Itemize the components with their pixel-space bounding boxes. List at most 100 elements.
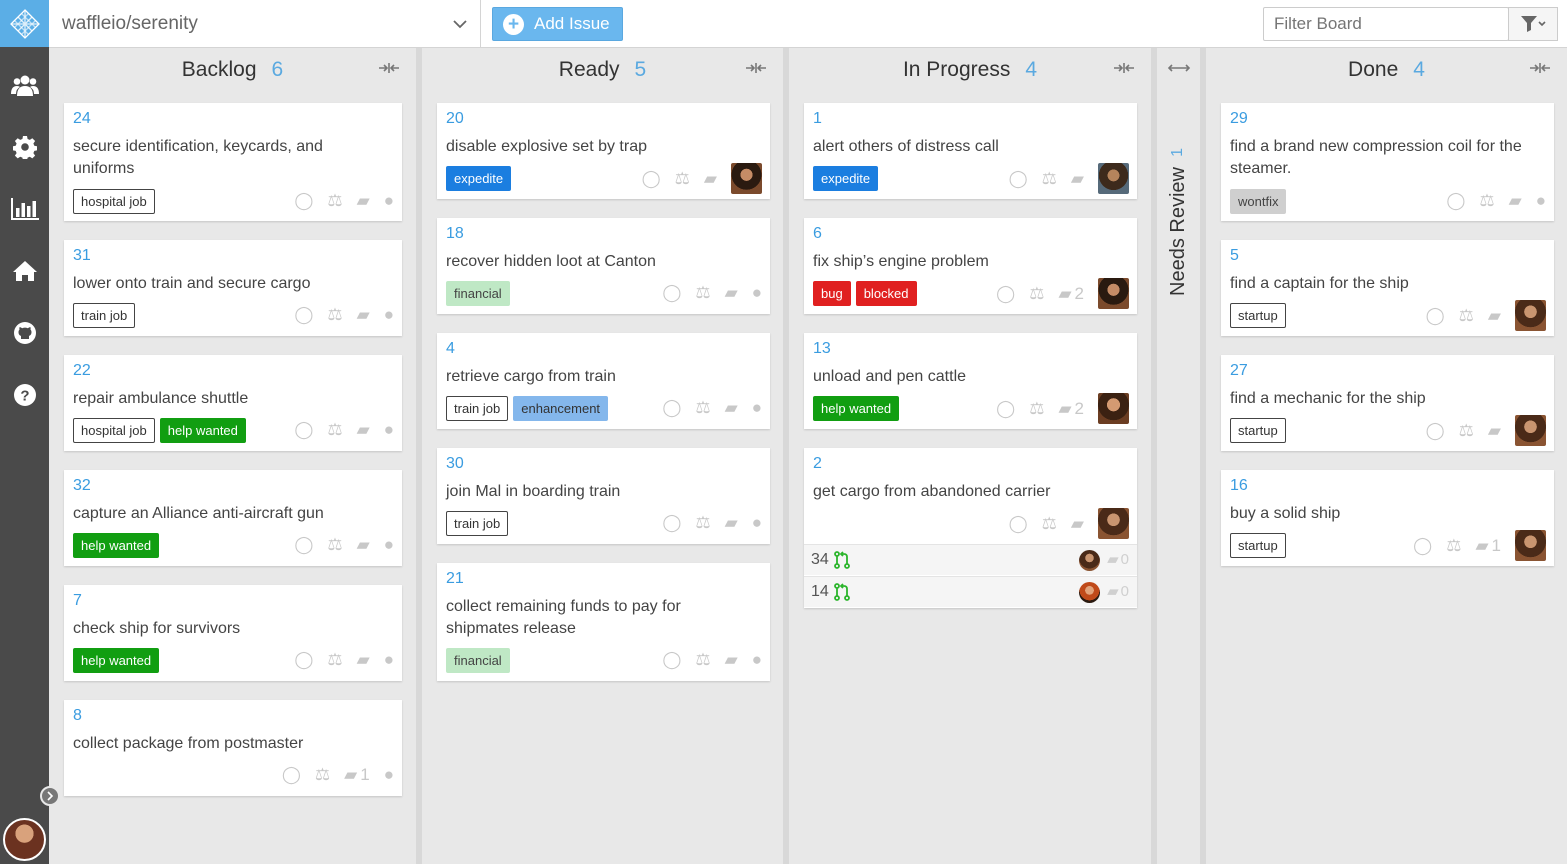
issue-number[interactable]: 16 [1230, 477, 1248, 495]
scale-icon[interactable]: ⚖ [327, 420, 342, 440]
scale-icon[interactable]: ⚖ [695, 398, 710, 418]
comments-icon[interactable]: ▰ [1488, 306, 1501, 326]
assignee-avatar[interactable] [731, 163, 762, 194]
issue-card[interactable]: 32 capture an Alliance anti-aircraft gun… [64, 470, 402, 566]
settings-icon[interactable] [0, 127, 49, 167]
github-icon[interactable] [0, 313, 49, 353]
assignee-icon[interactable]: ● [384, 191, 394, 211]
comments-icon[interactable]: ▰ [1509, 191, 1522, 211]
assignee-icon[interactable]: ● [752, 513, 762, 533]
collapse-icon[interactable] [1529, 62, 1551, 74]
scale-icon[interactable]: ⚖ [1042, 514, 1057, 534]
issue-card[interactable]: 4 retrieve cargo from train train job enh… [437, 333, 770, 429]
github-icon[interactable]: ◯ [662, 650, 681, 670]
scale-icon[interactable]: ⚖ [675, 169, 690, 189]
comments-icon[interactable]: ▰ [1071, 169, 1084, 189]
issue-card[interactable]: 18 recover hidden loot at Canton financi… [437, 218, 770, 314]
issue-card[interactable]: 30 join Mal in boarding train train job … [437, 448, 770, 544]
comments-icon[interactable]: ▰ 2 [1058, 284, 1084, 304]
user-avatar[interactable] [3, 818, 46, 861]
collapse-icon[interactable] [745, 62, 767, 74]
comments-icon[interactable]: ▰ [725, 650, 738, 670]
assignee-icon[interactable]: ● [752, 650, 762, 670]
scale-icon[interactable]: ⚖ [327, 191, 342, 211]
issue-card[interactable]: 5 find a captain for the ship startup ◯ ⚖… [1221, 240, 1554, 336]
github-icon[interactable]: ◯ [294, 535, 313, 555]
github-icon[interactable]: ◯ [294, 305, 313, 325]
github-icon[interactable]: ◯ [1426, 306, 1445, 326]
comments-icon[interactable]: ▰ 2 [1058, 399, 1084, 419]
assignee-icon[interactable]: ● [384, 420, 394, 440]
filter-board-input[interactable] [1263, 7, 1509, 41]
column-needs-review[interactable]: 1 Needs Review [1157, 48, 1200, 864]
issue-card[interactable]: 1 alert others of distress call expedite… [804, 103, 1137, 199]
comments-icon[interactable]: ▰ [357, 420, 370, 440]
scale-icon[interactable]: ⚖ [1459, 421, 1474, 441]
github-icon[interactable]: ◯ [282, 765, 301, 785]
issue-number[interactable]: 30 [446, 455, 464, 473]
filter-icon[interactable] [1508, 7, 1558, 41]
assignee-icon[interactable]: ● [384, 765, 394, 785]
scale-icon[interactable]: ⚖ [695, 283, 710, 303]
github-icon[interactable]: ◯ [662, 398, 681, 418]
issue-number[interactable]: 18 [446, 225, 464, 243]
issue-number[interactable]: 8 [73, 707, 82, 725]
metrics-icon[interactable] [0, 189, 49, 229]
assignee-avatar[interactable] [1098, 508, 1129, 539]
issue-number[interactable]: 32 [73, 477, 91, 495]
github-icon[interactable]: ◯ [294, 191, 313, 211]
scale-icon[interactable]: ⚖ [327, 305, 342, 325]
issue-number[interactable]: 2 [813, 455, 822, 473]
issue-card[interactable]: 22 repair ambulance shuttle hospital job… [64, 355, 402, 451]
scale-icon[interactable]: ⚖ [1446, 536, 1461, 556]
help-icon[interactable]: ? [0, 375, 49, 415]
scale-icon[interactable]: ⚖ [315, 765, 330, 785]
expand-icon[interactable] [1167, 62, 1191, 74]
issue-number[interactable]: 4 [446, 340, 455, 358]
github-icon[interactable]: ◯ [662, 513, 681, 533]
github-icon[interactable]: ◯ [1413, 536, 1432, 556]
issue-card[interactable]: 8 collect package from postmaster ◯ ⚖ ▰ 1 ● [64, 700, 402, 796]
scale-icon[interactable]: ⚖ [1459, 306, 1474, 326]
assignee-avatar[interactable] [1098, 163, 1129, 194]
github-icon[interactable]: ◯ [1009, 514, 1028, 534]
collapse-icon[interactable] [378, 62, 400, 74]
github-icon[interactable]: ◯ [1426, 421, 1445, 441]
pull-request-row[interactable]: 14 ▰ 0 [804, 576, 1137, 607]
issue-number[interactable]: 31 [73, 247, 91, 265]
scale-icon[interactable]: ⚖ [327, 535, 342, 555]
assignee-avatar[interactable] [1098, 278, 1129, 309]
assignee-icon[interactable]: ● [384, 650, 394, 670]
waffle-logo[interactable] [0, 0, 49, 47]
assignee-avatar[interactable] [1515, 415, 1546, 446]
add-issue-button[interactable]: + Add Issue [492, 7, 623, 41]
scale-icon[interactable]: ⚖ [327, 650, 342, 670]
issue-number[interactable]: 21 [446, 570, 464, 588]
issue-number[interactable]: 27 [1230, 362, 1248, 380]
issue-card[interactable]: 27 find a mechanic for the ship startup … [1221, 355, 1554, 451]
issue-number[interactable]: 22 [73, 362, 91, 380]
collapse-icon[interactable] [1113, 62, 1135, 74]
issue-number[interactable]: 20 [446, 110, 464, 128]
comments-icon[interactable]: ▰ [725, 283, 738, 303]
comments-icon[interactable]: ▰ [357, 650, 370, 670]
issue-number[interactable]: 6 [813, 225, 822, 243]
github-icon[interactable]: ◯ [1009, 169, 1028, 189]
issue-card[interactable]: 21 collect remaining funds to pay for sh… [437, 563, 770, 681]
comments-icon[interactable]: ▰ [357, 191, 370, 211]
github-icon[interactable]: ◯ [996, 284, 1015, 304]
issue-number[interactable]: 7 [73, 592, 82, 610]
issue-number[interactable]: 24 [73, 110, 91, 128]
assignee-icon[interactable]: ● [752, 283, 762, 303]
issue-card[interactable]: 29 find a brand new compression coil for… [1221, 103, 1554, 221]
assignee-avatar[interactable] [1515, 300, 1546, 331]
comments-icon[interactable]: ▰ 1 [344, 765, 370, 785]
comments-icon[interactable]: ▰ [725, 513, 738, 533]
home-icon[interactable] [0, 251, 49, 291]
comments-icon[interactable]: ▰ [357, 535, 370, 555]
issue-card[interactable]: 24 secure identification, keycards, and … [64, 103, 402, 221]
github-icon[interactable]: ◯ [1446, 191, 1465, 211]
pr-author-avatar[interactable] [1079, 550, 1100, 571]
github-icon[interactable]: ◯ [642, 169, 661, 189]
assignee-icon[interactable]: ● [384, 305, 394, 325]
